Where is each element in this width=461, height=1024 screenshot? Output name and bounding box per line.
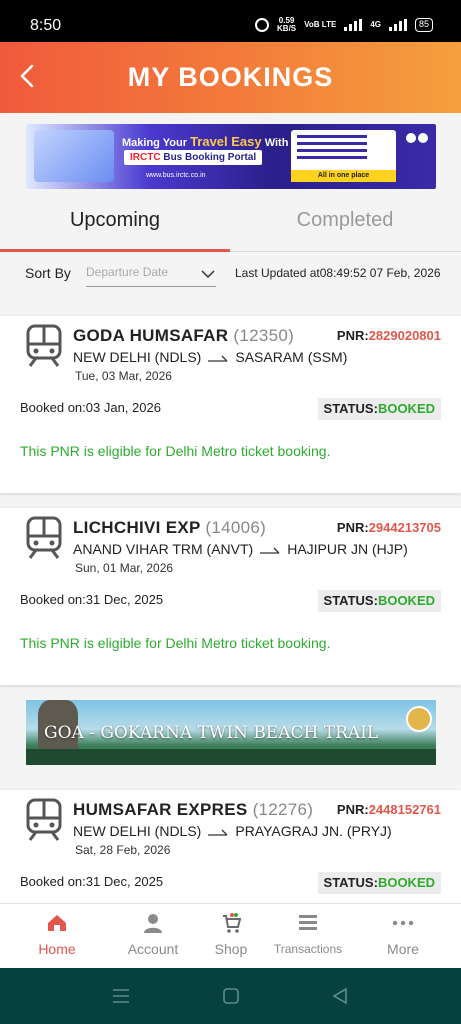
banner-features-box: All in one place [291, 130, 396, 182]
nav-transactions[interactable]: Transactions [262, 904, 354, 969]
network-speed: 0.59 KB/S [277, 17, 296, 33]
last-updated: Last Updated at08:49:52 07 Feb, 2026 [235, 266, 441, 280]
page-title: MY BOOKINGS [127, 62, 334, 92]
signal-icon-2 [388, 19, 407, 31]
pnr: PNR:2829020801 [336, 328, 441, 343]
pnr: PNR:2944213705 [336, 520, 441, 535]
status-badge: STATUS:BOOKED [317, 398, 441, 420]
menu-icon[interactable] [111, 986, 131, 1006]
status-bar: 8:50 0.59 KB/S VoB LTE 4G 85 [0, 0, 461, 42]
shop-cart-icon [223, 913, 242, 933]
banner-url: www.bus.irctc.co.in [146, 172, 206, 179]
home-icon [48, 915, 66, 931]
banner-mid-title: GOA - GOKARNA TWIN BEACH TRAIL [44, 723, 379, 743]
banner-seal-logo [406, 706, 432, 732]
irctc-bus-banner[interactable]: Making Your Travel Easy With IRCTC Bus B… [26, 124, 436, 189]
sort-bar: Sort By Departure Date Last Updated at08… [0, 253, 461, 293]
arrow-right-icon [208, 829, 228, 836]
banner-mid-footer [26, 749, 436, 765]
route: NEW DELHI (NDLS) PRAYAGRAJ JN. (PRYJ) [73, 823, 392, 839]
back-triangle-icon[interactable] [330, 986, 350, 1006]
booked-on: Booked on:03 Jan, 2026 [20, 400, 161, 415]
train-name: GODA HUMSAFAR (12350) [73, 326, 295, 345]
home-square-icon[interactable] [221, 986, 241, 1006]
bus-illustration [34, 130, 114, 182]
user-icon [144, 914, 162, 933]
chevron-down-icon [201, 270, 215, 279]
active-tab-indicator [0, 249, 230, 252]
bookings-content[interactable]: Making Your Travel Easy With IRCTC Bus B… [0, 113, 461, 903]
train-name: HUMSAFAR EXPRES (12276) [73, 800, 314, 819]
booking-card[interactable]: HUMSAFAR EXPRES (12276) PNR:2448152761 N… [0, 790, 461, 903]
network-type: 4G [370, 20, 381, 29]
train-name: LICHCHIVI EXP (14006) [73, 518, 267, 537]
travel-date: Tue, 03 Mar, 2026 [75, 369, 172, 383]
banner-logos [404, 130, 430, 143]
booking-tabs: Upcoming Completed [0, 200, 461, 252]
list-icon [299, 915, 317, 930]
sort-label: Sort By [25, 265, 71, 281]
alarm-icon [255, 18, 270, 32]
status-time: 8:50 [30, 17, 62, 34]
tab-completed[interactable]: Completed [230, 200, 460, 252]
nav-more[interactable]: More [357, 904, 449, 969]
more-dots-icon [392, 920, 414, 926]
metro-eligibility-note[interactable]: This PNR is eligible for Delhi Metro tic… [20, 635, 330, 651]
app-header: MY BOOKINGS [0, 42, 461, 113]
banner-headline: Making Your Travel Easy With [122, 134, 289, 149]
nav-home[interactable]: Home [11, 904, 103, 969]
tab-upcoming[interactable]: Upcoming [0, 200, 230, 252]
bottom-nav: Home Account Shop Transactions More [0, 903, 461, 968]
status-badge: STATUS:BOOKED [317, 872, 441, 894]
system-nav-bar [0, 968, 461, 1024]
travel-date: Sun, 01 Mar, 2026 [75, 561, 174, 575]
travel-date: Sat, 28 Feb, 2026 [75, 843, 171, 857]
nav-more-label: More [387, 941, 419, 957]
banner-pill: IRCTC Bus Booking Portal [124, 150, 263, 165]
status-icons: 0.59 KB/S VoB LTE 4G 85 [255, 17, 433, 33]
arrow-right-icon [260, 547, 280, 554]
arrow-right-icon [208, 355, 228, 362]
train-icon [26, 516, 62, 559]
booked-on: Booked on:31 Dec, 2025 [20, 874, 164, 889]
route: NEW DELHI (NDLS) SASARAM (SSM) [73, 349, 348, 365]
nav-home-label: Home [38, 941, 76, 957]
status-badge: STATUS:BOOKED [317, 590, 441, 612]
booking-card[interactable]: GODA HUMSAFAR (12350) PNR:2829020801 NEW… [0, 316, 461, 493]
signal-icon [344, 19, 363, 31]
goa-gokarna-banner[interactable]: GOA - GOKARNA TWIN BEACH TRAIL [26, 700, 436, 765]
sort-dropdown[interactable]: Departure Date [86, 265, 216, 287]
battery-icon: 85 [414, 18, 433, 32]
nav-transactions-label: Transactions [273, 942, 343, 956]
network-speed-unit: KB/S [277, 24, 297, 33]
train-icon [26, 324, 62, 367]
sort-placeholder: Departure Date [86, 265, 169, 279]
banner-tagline: All in one place [291, 170, 396, 182]
booking-card[interactable]: LICHCHIVI EXP (14006) PNR:2944213705 ANA… [0, 508, 461, 685]
train-icon [26, 798, 62, 841]
route: ANAND VIHAR TRM (ANVT) HAJIPUR JN (HJP) [73, 541, 408, 557]
booked-on: Booked on:31 Dec, 2025 [20, 592, 164, 607]
metro-eligibility-note[interactable]: This PNR is eligible for Delhi Metro tic… [20, 443, 330, 459]
pnr: PNR:2448152761 [336, 802, 441, 817]
volte-label: VoB LTE [304, 20, 337, 29]
